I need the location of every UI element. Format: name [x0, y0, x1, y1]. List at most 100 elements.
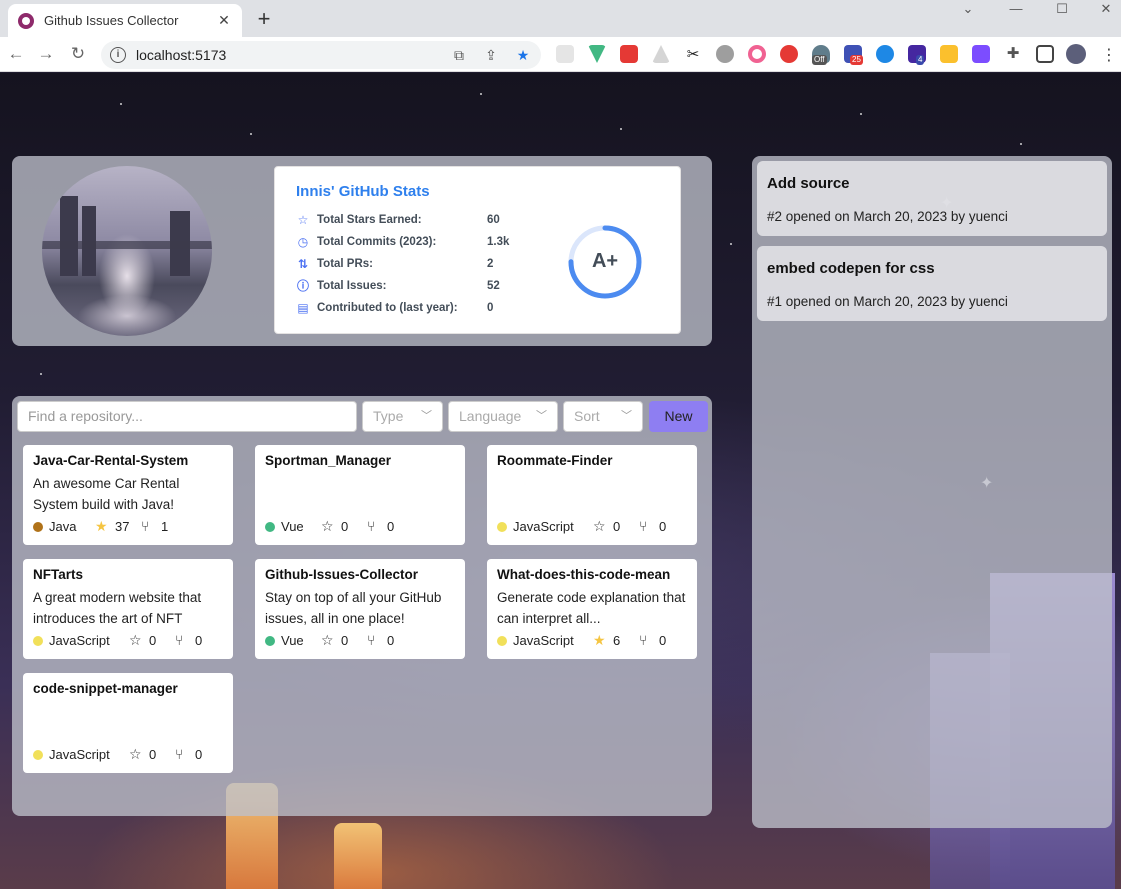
language-dropdown[interactable]: Language ﹀: [448, 401, 558, 432]
star-icon[interactable]: ★: [593, 632, 606, 649]
fork-icon[interactable]: ⑂: [367, 632, 375, 648]
extension-blue-icon[interactable]: [876, 45, 894, 63]
star-icon: ☆: [297, 213, 309, 227]
repo-description: A great modern website that introduces t…: [33, 590, 202, 626]
extension-ring-icon[interactable]: [748, 45, 766, 63]
repo-card[interactable]: Java-Car-Rental-System An awesome Car Ren…: [23, 445, 233, 545]
star-count: 0: [341, 633, 349, 648]
fork-count: 0: [659, 633, 667, 648]
repo-card[interactable]: Github-Issues-Collector Stay on top of al…: [255, 559, 465, 659]
star-count: 0: [613, 519, 621, 534]
repo-name[interactable]: Java-Car-Rental-System: [33, 453, 223, 471]
extension-gray-icon[interactable]: [716, 45, 734, 63]
chevron-down-icon: ﹀: [421, 410, 432, 422]
forward-button[interactable]: →: [34, 43, 58, 67]
reload-button[interactable]: ↻: [66, 43, 90, 67]
fork-icon[interactable]: ⑂: [367, 518, 375, 534]
repo-card[interactable]: code-snippet-manager JavaScript ☆ 0 ⑂ 0: [23, 673, 233, 773]
issue-card[interactable]: embed codepen for css #1 opened on March…: [757, 246, 1107, 321]
issue-title: Add source: [767, 175, 850, 192]
repo-name[interactable]: Sportman_Manager: [265, 453, 455, 471]
maximize-button[interactable]: ☐: [1039, 0, 1085, 20]
repo-name[interactable]: code-snippet-manager: [33, 681, 223, 699]
off-badge: Off: [812, 55, 827, 65]
repo-description: [497, 473, 687, 515]
issue-card[interactable]: Add source #2 opened on March 20, 2023 b…: [757, 161, 1107, 236]
share-icon[interactable]: ⇪: [482, 46, 500, 64]
tab-search-chevron-icon[interactable]: ⌄: [945, 0, 991, 20]
bookmark-star-icon[interactable]: ★: [514, 46, 532, 64]
language-color-dot: [497, 636, 507, 646]
repo-description: An awesome Car Rental System build with …: [33, 476, 180, 512]
menu-kebab-icon[interactable]: ⋮: [1100, 45, 1118, 64]
star-icon[interactable]: ★: [95, 518, 108, 535]
issue-subtitle: #2 opened on March 20, 2023 by yuenci: [767, 209, 1008, 224]
tab-title: Github Issues Collector: [44, 13, 179, 28]
page-background: ✦ ✦ Innis' GitHub Stats ☆ Total Stars Ea…: [0, 73, 1121, 889]
repo-name[interactable]: What-does-this-code-mean: [497, 567, 687, 585]
fork-icon[interactable]: ⑂: [175, 746, 183, 762]
stats-title: Innis' GitHub Stats: [296, 183, 430, 200]
extension-grid-icon[interactable]: [556, 45, 574, 63]
star-icon[interactable]: ☆: [129, 632, 142, 649]
new-tab-button[interactable]: +: [252, 6, 276, 32]
omnibox[interactable]: i localhost:5173 ⧉ ⇪ ★: [101, 41, 541, 69]
browser-tab-bar: Github Issues Collector ✕ + ⌄ — ☐ ✕: [0, 0, 1121, 37]
scissors-icon[interactable]: ✂: [684, 45, 702, 63]
repo-language: JavaScript: [49, 747, 110, 762]
repo-description: Generate code explanation that can inter…: [497, 590, 686, 626]
close-window-button[interactable]: ✕: [1083, 0, 1121, 20]
repo-name[interactable]: Github-Issues-Collector: [265, 567, 455, 585]
language-color-dot: [33, 522, 43, 532]
repository-search-input[interactable]: Find a repository...: [17, 401, 357, 432]
sort-dropdown[interactable]: Sort ﹀: [563, 401, 643, 432]
stat-label: Total Stars Earned:: [317, 214, 422, 226]
fork-icon[interactable]: ⑂: [639, 518, 647, 534]
repo-icon: ▤: [297, 301, 309, 315]
new-repository-button[interactable]: New: [649, 401, 708, 432]
extensions-puzzle-icon[interactable]: ✚: [1004, 45, 1022, 63]
star-icon[interactable]: ☆: [593, 518, 606, 535]
translate-icon[interactable]: ⧉: [450, 46, 468, 64]
adblock-icon[interactable]: [780, 45, 798, 63]
fork-count: 0: [195, 633, 203, 648]
language-color-dot: [265, 636, 275, 646]
extension-off-icon[interactable]: Off: [812, 45, 830, 65]
profile-panel: Innis' GitHub Stats ☆ Total Stars Earned…: [12, 156, 712, 346]
extension-red-icon[interactable]: [620, 45, 638, 63]
repo-card[interactable]: NFTarts A great modern website that intro…: [23, 559, 233, 659]
back-button[interactable]: ←: [4, 43, 28, 67]
repo-card[interactable]: Sportman_Manager Vue ☆ 0 ⑂ 0: [255, 445, 465, 545]
fork-icon[interactable]: ⑂: [639, 632, 647, 648]
count-badge-1: 25: [850, 55, 863, 65]
repo-card[interactable]: Roommate-Finder JavaScript ☆ 0 ⑂ 0: [487, 445, 697, 545]
extension-puzzle-color-icon[interactable]: 25: [844, 45, 863, 65]
repo-language: JavaScript: [513, 633, 574, 648]
type-dropdown[interactable]: Type ﹀: [362, 401, 443, 432]
extension-yellow-icon[interactable]: [940, 45, 958, 63]
repo-name[interactable]: NFTarts: [33, 567, 223, 585]
star-icon[interactable]: ☆: [321, 518, 334, 535]
site-info-icon[interactable]: i: [110, 47, 126, 63]
star-icon[interactable]: ☆: [129, 746, 142, 763]
close-tab-icon[interactable]: ✕: [216, 12, 232, 29]
chevron-down-icon: ﹀: [621, 410, 632, 422]
stat-row-prs: ⇅ Total PRs: 2: [296, 254, 527, 274]
repo-card[interactable]: What-does-this-code-mean Generate code ex…: [487, 559, 697, 659]
side-panel-icon[interactable]: [1036, 45, 1054, 63]
fork-icon[interactable]: ⑂: [175, 632, 183, 648]
repositories-panel: Find a repository... Type ﹀ Language ﹀ S…: [12, 396, 712, 816]
fork-icon[interactable]: ⑂: [141, 518, 149, 534]
stat-label: Total PRs:: [317, 258, 374, 270]
profile-avatar-icon[interactable]: [1066, 44, 1086, 64]
minimize-button[interactable]: —: [993, 0, 1039, 20]
repo-name[interactable]: Roommate-Finder: [497, 453, 687, 471]
stat-row-commits: ◷ Total Commits (2023): 1.3k: [296, 232, 527, 252]
browser-tab[interactable]: Github Issues Collector ✕: [8, 4, 242, 37]
language-color-dot: [265, 522, 275, 532]
chevron-down-icon: ﹀: [536, 410, 547, 422]
extension-v-icon[interactable]: [972, 45, 990, 63]
stat-label: Contributed to (last year):: [317, 302, 458, 314]
extension-cap-icon[interactable]: 4: [908, 45, 926, 65]
star-icon[interactable]: ☆: [321, 632, 334, 649]
